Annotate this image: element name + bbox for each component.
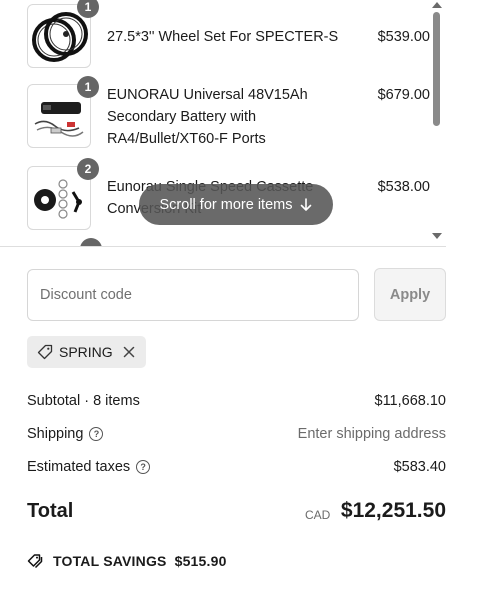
apply-discount-button[interactable]: Apply — [374, 268, 446, 321]
item-price: $679.00 — [377, 87, 430, 103]
scroll-for-more-button[interactable]: Scroll for more items — [139, 184, 333, 225]
list-item: 1 EUNORAU Universal 48V15Ah Secondary Ba… — [27, 76, 432, 150]
scroll-down-arrow[interactable] — [432, 233, 442, 239]
item-title: 27.5*3'' Wheel Set For SPECTER-S — [107, 29, 339, 45]
product-thumbnail: 1 — [27, 76, 99, 148]
currency-code: CAD — [305, 508, 331, 522]
subtotal-label: Subtotal · 8 items — [27, 393, 140, 409]
item-title: EUNORAU Universal 48V15Ah Secondary Batt… — [107, 87, 308, 147]
total-savings: TOTAL SAVINGS $515.90 — [27, 553, 227, 569]
discount-code-label: SPRING — [59, 344, 113, 360]
battery-icon — [34, 102, 84, 137]
savings-value: $515.90 — [174, 553, 227, 569]
taxes-value: $583.40 — [393, 459, 446, 475]
subtotal-value: $11,668.10 — [374, 393, 447, 409]
product-thumbnail: 2 — [27, 158, 99, 230]
scroll-up-arrow[interactable] — [432, 2, 442, 8]
scroll-hint-label: Scroll for more items — [159, 196, 293, 213]
list-item: 1 27.5*3'' Wheel Set For SPECTER-S $539.… — [27, 0, 432, 70]
item-price: $539.00 — [377, 29, 430, 45]
shipping-label: Shipping — [27, 426, 84, 442]
quantity-badge: 1 — [77, 76, 99, 98]
item-price: $538.00 — [377, 179, 430, 195]
help-icon[interactable]: ? — [89, 427, 104, 441]
help-icon[interactable]: ? — [136, 460, 151, 474]
applied-discount-tag: SPRING — [27, 336, 146, 368]
taxes-label: Estimated taxes — [27, 459, 131, 475]
subtotal-row: Subtotal · 8 items $11,668.10 — [27, 390, 446, 412]
quantity-badge: 1 — [77, 0, 99, 18]
arrow-down-icon — [301, 197, 312, 211]
cassette-kit-icon — [34, 179, 82, 219]
tag-icon — [37, 344, 53, 360]
tags-icon — [27, 554, 43, 569]
shipping-row: Shipping ? Enter shipping address — [27, 423, 446, 445]
total-label: Total — [27, 500, 74, 522]
shipping-value: Enter shipping address — [297, 426, 446, 442]
wheel-set-icon — [32, 12, 88, 62]
total-value: $12,251.50 — [340, 499, 446, 522]
discount-code-input[interactable] — [27, 269, 359, 321]
savings-label: TOTAL SAVINGS — [53, 553, 167, 569]
quantity-badge: 2 — [77, 158, 99, 180]
product-thumbnail: 1 — [27, 0, 99, 68]
quantity-badge — [80, 238, 102, 246]
close-icon[interactable] — [123, 346, 135, 358]
taxes-row: Estimated taxes ? $583.40 — [27, 456, 446, 478]
scrollbar-thumb[interactable] — [433, 12, 440, 126]
list-scrollbar[interactable] — [430, 0, 444, 246]
